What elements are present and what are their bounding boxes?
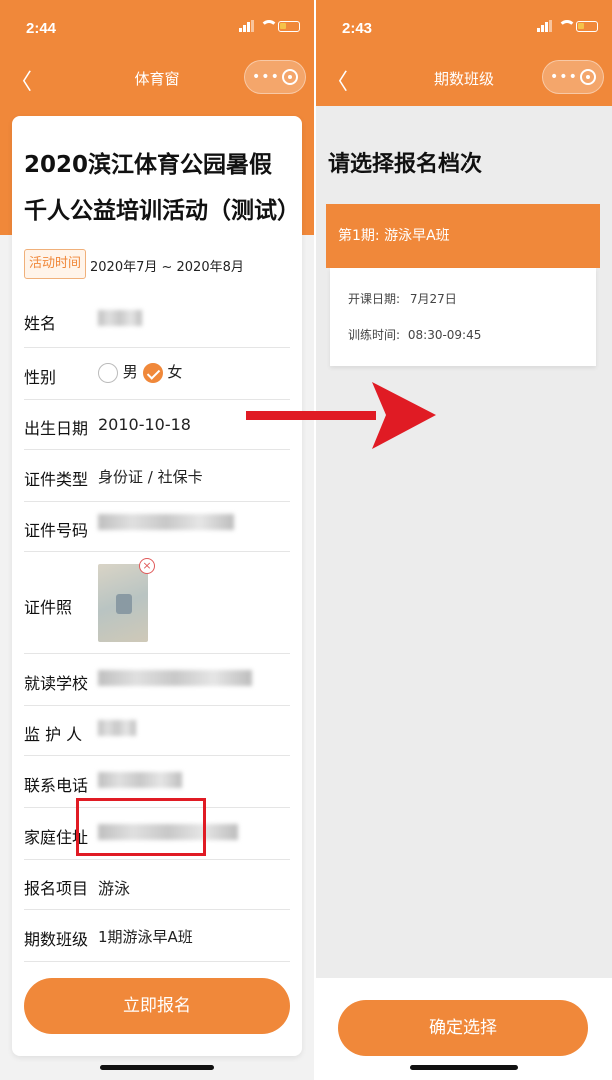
training-time-label: 训练时间: — [348, 328, 401, 342]
delete-icon[interactable]: × — [139, 558, 155, 574]
phone-label: 联系电话 — [24, 776, 89, 795]
right-screen-class-selection: 2:43 〈 期数班级 ••• 请选择报名档次 第1期: 游泳早A班 开课日期:… — [316, 0, 612, 1080]
gender-label: 性别 — [24, 368, 57, 387]
class-label: 期数班级 — [24, 930, 89, 949]
start-date-value: 7月27日 — [409, 292, 457, 306]
birth-label: 出生日期 — [24, 419, 89, 438]
guardian-redacted[interactable] — [98, 720, 136, 736]
form-row-guardian[interactable]: 监 护 人 — [24, 706, 290, 756]
battery-icon — [278, 20, 300, 32]
id-number-redacted[interactable] — [98, 514, 234, 530]
page-heading: 请选择报名档次 — [328, 152, 483, 177]
form-row-birth[interactable]: 出生日期 2010-10-18 — [24, 400, 290, 450]
id-type-label: 证件类型 — [24, 470, 89, 489]
id-photo-label: 证件照 — [24, 598, 73, 617]
form-row-school[interactable]: 就读学校 — [24, 654, 290, 706]
battery-icon — [576, 20, 598, 32]
more-dots-icon[interactable]: ••• — [550, 69, 578, 85]
phone-redacted[interactable] — [98, 772, 182, 788]
school-label: 就读学校 — [24, 674, 89, 693]
status-bar: 2:43 — [316, 18, 612, 42]
form-row-class[interactable]: 期数班级 1期游泳早A班 — [24, 910, 290, 962]
birth-value[interactable]: 2010-10-18 — [98, 415, 191, 434]
left-screen-registration-form: 2:44 〈 体育窗 ••• 2020滨江体育公园暑假千人公益培训活动（测试） … — [0, 0, 314, 1080]
activity-time-tag: 活动时间 — [24, 249, 87, 279]
item-value[interactable]: 游泳 — [98, 875, 130, 899]
activity-title: 2020滨江体育公园暑假千人公益培训活动（测试） — [24, 152, 300, 224]
period-option-details[interactable]: 开课日期: 7月27日 训练时间: 08:30-09:45 — [330, 268, 596, 366]
wifi-icon — [259, 20, 278, 32]
more-dots-icon[interactable]: ••• — [252, 69, 280, 85]
activity-time-range: 2020年7月 ~ 2020年8月 — [90, 260, 244, 275]
mini-program-capsule: ••• — [244, 60, 306, 94]
guardian-label: 监 护 人 — [24, 725, 83, 744]
gender-male-text: 男 — [122, 363, 138, 381]
id-photo-thumbnail[interactable] — [98, 564, 148, 642]
id-number-label: 证件号码 — [24, 521, 89, 540]
signal-icon — [239, 20, 254, 32]
nav-bar: 〈 体育窗 ••• — [0, 58, 314, 98]
period-option-header[interactable]: 第1期: 游泳早A班 — [326, 204, 600, 268]
submit-registration-button[interactable]: 立即报名 — [24, 978, 290, 1034]
close-mini-program-icon[interactable] — [281, 69, 298, 85]
gender-male-radio[interactable] — [98, 362, 118, 383]
class-value[interactable]: 1期游泳早A班 — [98, 926, 193, 947]
id-type-value[interactable]: 身份证 / 社保卡 — [98, 466, 203, 487]
name-label: 姓名 — [24, 314, 57, 333]
status-bar: 2:44 — [0, 18, 314, 42]
start-date-label: 开课日期: — [348, 292, 401, 306]
status-time: 2:43 — [342, 20, 373, 37]
confirm-selection-button[interactable]: 确定选择 — [338, 1000, 588, 1056]
home-indicator — [100, 1065, 214, 1070]
item-label: 报名项目 — [24, 879, 89, 898]
form-row-id-photo: 证件照 × — [24, 552, 290, 654]
gender-female-text: 女 — [167, 363, 183, 381]
status-time: 2:44 — [26, 20, 57, 37]
training-time-value: 08:30-09:45 — [407, 328, 482, 342]
signal-icon — [537, 20, 552, 32]
school-redacted[interactable] — [98, 670, 252, 686]
form-row-item[interactable]: 报名项目 游泳 — [24, 860, 290, 910]
mini-program-capsule: ••• — [542, 60, 604, 94]
gender-female-radio[interactable] — [142, 362, 163, 383]
form-row-id-number[interactable]: 证件号码 — [24, 502, 290, 552]
form-row-name[interactable]: 姓名 — [24, 288, 290, 348]
nav-bar: 〈 期数班级 ••• — [316, 58, 612, 98]
class-highlight-box — [76, 798, 206, 856]
registration-card: 2020滨江体育公园暑假千人公益培训活动（测试） 活动时间 2020年7月 ~ … — [12, 116, 302, 1056]
form-row-gender: 性别 男 女 — [24, 348, 290, 400]
home-indicator — [410, 1065, 518, 1070]
name-value-redacted[interactable] — [98, 310, 142, 326]
close-mini-program-icon[interactable] — [579, 69, 596, 85]
wifi-icon — [557, 20, 576, 32]
form-row-id-type[interactable]: 证件类型 身份证 / 社保卡 — [24, 450, 290, 502]
